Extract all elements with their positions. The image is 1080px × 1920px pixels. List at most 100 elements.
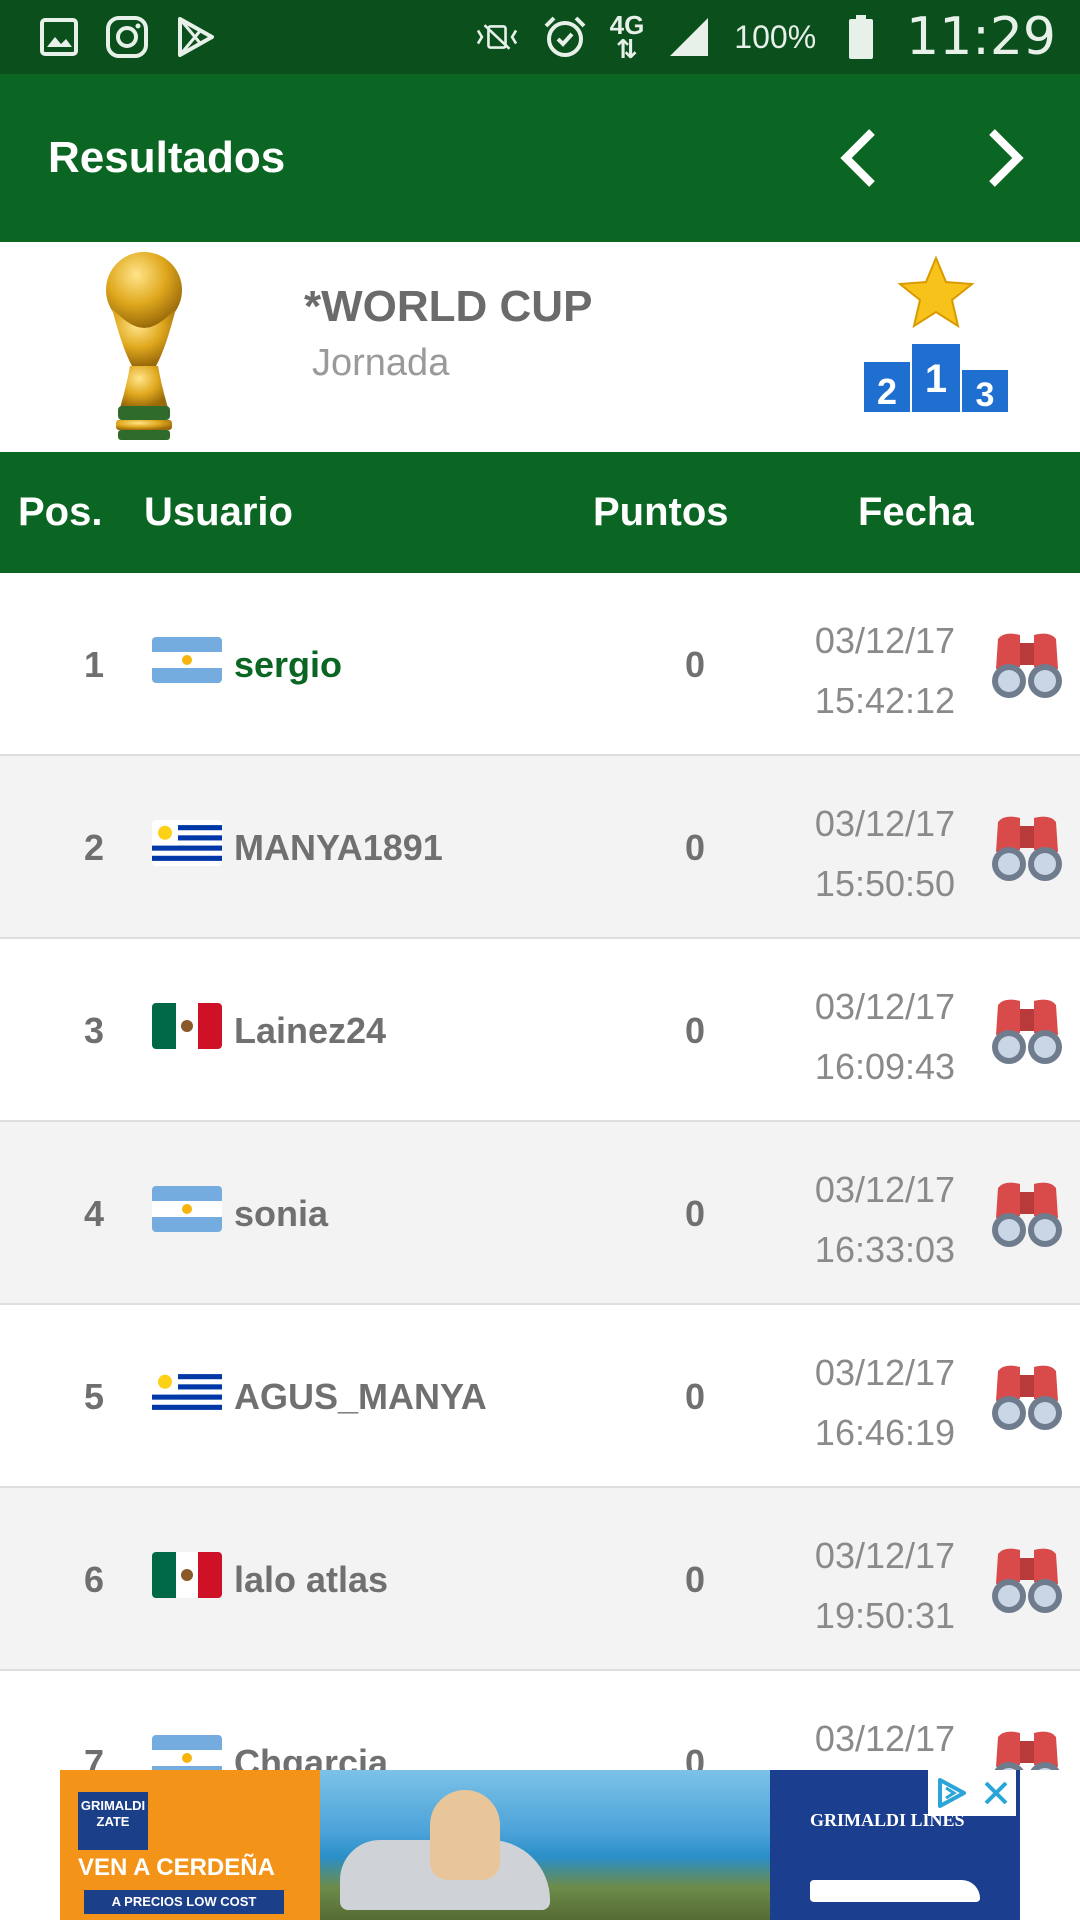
row-username: Chgarcia [234,1742,389,1770]
row-points: 0 [684,1376,706,1417]
row-points: 0 [684,1559,706,1600]
next-button[interactable] [970,122,1042,194]
podium-third: 3 [976,376,995,414]
clock: 11:29 [906,7,1056,67]
ad-cta: A PRECIOS LOW COST [84,1890,284,1914]
ad-choices-icon[interactable] [934,1776,970,1810]
row-time: 19:50:31 [814,1595,956,1636]
page-title: Resultados [48,133,286,182]
mexico-flag-icon [152,1552,222,1598]
ad-banner[interactable]: GRIMALDI ZATE VEN A CERDEÑA A PRECIOS LO… [60,1770,1020,1920]
mexico-flag-icon [152,1003,222,1049]
signal-icon [666,14,712,60]
ad-headline: VEN A CERDEÑA [78,1854,275,1881]
previous-button[interactable] [822,122,894,194]
row-datetime: 03/12/17 16:33:03 [790,1160,980,1280]
trophy-icon [106,252,182,440]
argentina-flag-icon [152,1735,222,1770]
header-date: Fecha [858,490,974,534]
row-position: 1 [83,644,105,685]
league-name: *WORLD CUP [304,282,593,331]
alarm-icon [542,14,588,60]
uruguay-flag-icon [152,1369,222,1415]
header-position: Pos. [18,490,103,534]
row-username: lalo atlas [234,1559,389,1600]
row-points: 0 [684,644,706,685]
row-time: 15:42:12 [814,680,956,721]
row-date: 03/12/17 [814,1169,956,1210]
argentina-flag-icon [152,1186,222,1232]
row-time: 16:09:43 [814,1046,956,1087]
row-date: 03/12/17 [814,1535,956,1576]
row-position: 6 [83,1559,105,1600]
ad-logo: GRIMALDI ZATE [78,1792,148,1850]
table-row[interactable]: 3 Lainez24 0 03/12/17 16:09:43 [0,939,1080,1122]
row-datetime: 03/12/17 15:42:12 [790,611,980,731]
row-username: sonia [234,1193,329,1234]
status-bar-left [36,14,218,60]
battery-percent: 100% [734,18,817,55]
binoculars-icon[interactable] [990,1544,1064,1616]
row-position: 5 [83,1376,105,1417]
play-store-icon [172,14,218,60]
podium-icon[interactable]: 1 2 3 [860,254,1012,414]
status-bar: 4G ⇅ 100% 11:29 [0,0,1080,74]
ad-choices[interactable] [928,1770,1016,1816]
row-position: 2 [83,827,105,868]
row-username: Lainez24 [234,1010,387,1051]
row-datetime: 03/12/17 16:46:19 [790,1343,980,1463]
row-position: 3 [83,1010,105,1051]
battery-icon [838,14,884,60]
gallery-icon [36,14,82,60]
binoculars-icon[interactable] [990,629,1064,701]
ad-person-image [430,1790,500,1880]
binoculars-icon[interactable] [990,1727,1064,1770]
row-points: 0 [684,1742,706,1770]
table-row[interactable]: 4 sonia 0 03/12/17 16:33:03 [0,1122,1080,1305]
row-username: AGUS_MANYA [234,1376,487,1417]
row-points: 0 [684,1010,706,1051]
row-datetime: 03/12/17 15:50:50 [790,794,980,914]
row-username: MANYA1891 [234,827,443,868]
row-date: 03/12/17 [814,1718,956,1759]
header-points: Puntos [593,490,729,534]
row-points: 0 [684,827,706,868]
row-date: 03/12/17 [814,803,956,844]
podium-second: 2 [877,371,897,412]
argentina-flag-icon [152,637,222,683]
row-points: 0 [684,1193,706,1234]
row-position: 7 [83,1742,105,1770]
row-date: 03/12/17 [814,1352,956,1393]
app-bar: Resultados [0,74,1080,242]
chevron-right-icon [989,129,1024,187]
podium-first: 1 [925,357,947,401]
binoculars-icon[interactable] [990,995,1064,1067]
close-icon[interactable] [981,1778,1011,1808]
row-time: 16:46:19 [814,1412,956,1453]
row-datetime: 03/12/17 19:50:31 [790,1526,980,1646]
table-row[interactable]: 5 AGUS_MANYA 0 03/12/17 16:46:19 [0,1305,1080,1488]
status-bar-right: 4G ⇅ 100% 11:29 [474,7,1056,67]
row-datetime: 03/12/17 16:09:43 [790,977,980,1097]
table-row[interactable]: 2 MANYA1891 0 03/12/17 15:50:50 [0,756,1080,939]
header-user: Usuario [144,490,293,534]
ad-right-panel: GRIMALDI LINES [770,1770,1020,1920]
network-4g-icon: 4G ⇅ [609,10,645,64]
row-position: 4 [83,1193,105,1234]
vibrate-mute-icon [474,14,520,60]
ranking-list[interactable]: 1 sergio 0 03/12/17 15:42:12 2 MANYA1891 0 03/12… [0,573,1080,1770]
table-row[interactable]: 1 sergio 0 03/12/17 15:42:12 [0,573,1080,756]
table-row[interactable]: 7 Chgarcia 0 03/12/17 [0,1671,1080,1770]
ad-left-panel: GRIMALDI ZATE VEN A CERDEÑA A PRECIOS LO… [60,1770,320,1920]
table-header: Pos. Usuario Puntos Fecha [0,452,1080,573]
row-time: 16:33:03 [814,1229,956,1270]
table-row[interactable]: 6 lalo atlas 0 03/12/17 19:50:31 [0,1488,1080,1671]
row-datetime: 03/12/17 [790,1709,980,1769]
row-username: sergio [234,644,343,685]
binoculars-icon[interactable] [990,1178,1064,1250]
binoculars-icon[interactable] [990,812,1064,884]
binoculars-icon[interactable] [990,1361,1064,1433]
row-time: 15:50:50 [814,863,956,904]
ad-photo [320,1770,770,1920]
instagram-icon [104,14,150,60]
